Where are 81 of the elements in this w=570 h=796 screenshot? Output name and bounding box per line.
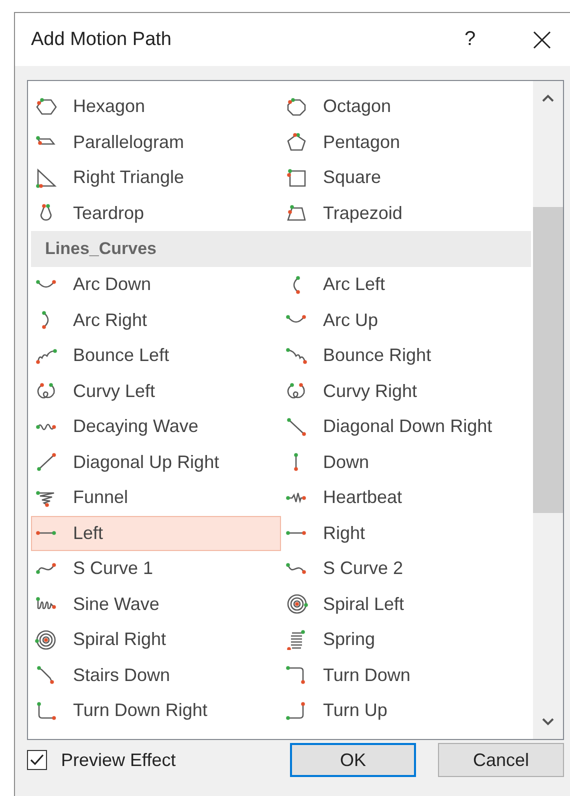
scroll-up-icon[interactable] — [541, 93, 555, 103]
path-list-item[interactable]: Arc Right — [31, 302, 281, 338]
path-list-item[interactable]: Turn Up — [281, 693, 531, 728]
arc-path-icon — [286, 315, 306, 323]
path-list-item[interactable]: S Curve 1 — [31, 551, 281, 586]
path-list-item[interactable]: Diagonal Up Right — [31, 444, 281, 480]
path-list-item[interactable]: Bounce Left — [31, 338, 281, 374]
checkmark-icon — [30, 754, 44, 766]
path-list-item[interactable]: Parallelogram — [31, 124, 281, 160]
diagonal-line-icon — [287, 418, 306, 436]
triangle-path-icon — [36, 168, 57, 188]
stairs-path-icon — [37, 666, 54, 684]
path-list-item[interactable]: Arc Down — [31, 267, 281, 302]
square-path-icon — [287, 168, 306, 186]
vertical-line-icon — [294, 453, 298, 472]
turn-path-icon — [286, 702, 305, 720]
s-curve-icon — [286, 562, 306, 574]
path-list-item[interactable]: Down — [281, 444, 531, 480]
arc-path-icon — [36, 280, 56, 288]
horizontal-line-icon — [286, 531, 306, 536]
path-list-item[interactable]: Curvy Left — [31, 374, 281, 409]
path-list-item[interactable]: S Curve 2 — [281, 551, 531, 586]
path-list-item[interactable]: Diagonal Down Right — [281, 409, 531, 444]
path-list-item[interactable]: Right — [281, 516, 531, 551]
sine-wave-icon — [36, 597, 56, 610]
path-list-item[interactable]: Bounce Right — [281, 338, 531, 374]
path-list-item[interactable]: Turn Down — [281, 658, 531, 693]
category-label: Lines_Curves — [44, 239, 156, 259]
octagon-path-icon — [287, 98, 306, 116]
s-curve-icon — [36, 562, 56, 574]
path-list-item[interactable]: Spiral Right — [31, 622, 281, 658]
path-list-item[interactable]: Turn Down Right — [31, 693, 281, 728]
curvy-path-icon — [37, 383, 55, 399]
scroll-down-icon[interactable] — [541, 717, 555, 727]
window-title: Add Motion Path — [31, 28, 172, 50]
path-list-item[interactable]: Left — [31, 516, 281, 551]
heartbeat-path-icon — [286, 492, 306, 504]
path-list-item[interactable]: Spiral Left — [281, 586, 531, 622]
spring-path-icon — [287, 630, 305, 650]
parallelogram-path-icon — [36, 136, 56, 146]
path-list-item[interactable]: Curvy Right — [281, 374, 531, 409]
arc-path-icon — [293, 276, 300, 294]
path-list-item[interactable]: Arc Left — [281, 267, 531, 302]
pentagon-path-icon — [287, 133, 306, 151]
path-list-item[interactable]: Decaying Wave — [31, 409, 281, 444]
spiral-path-icon — [287, 594, 308, 614]
bounce-path-icon — [36, 348, 57, 364]
hexagon-path-icon — [36, 98, 57, 114]
path-list-item[interactable]: Hexagon — [31, 89, 281, 124]
scrollbar[interactable] — [533, 81, 563, 739]
wave-path-icon — [36, 424, 56, 430]
path-list-item[interactable]: Right Triangle — [31, 160, 281, 196]
close-icon[interactable] — [532, 30, 552, 50]
path-list-item[interactable]: Arc Up — [281, 302, 531, 338]
help-button[interactable]: ? — [458, 28, 482, 51]
path-list-item[interactable]: Pentagon — [281, 124, 531, 160]
path-list-item[interactable]: Funnel — [31, 480, 281, 516]
diagonal-line-icon — [37, 453, 56, 472]
path-list-item[interactable]: Spring — [281, 622, 531, 658]
cancel-button[interactable]: Cancel — [438, 743, 564, 777]
preview-checkbox[interactable] — [27, 750, 47, 770]
path-list-item[interactable]: Stairs Down — [31, 658, 281, 693]
path-list-item[interactable]: Octagon — [281, 89, 531, 124]
curvy-path-icon — [287, 383, 305, 399]
path-list-item[interactable]: Sine Wave — [31, 586, 281, 622]
arc-path-icon — [42, 311, 49, 330]
path-list-item[interactable]: Teardrop — [31, 196, 281, 231]
path-list-item[interactable]: Trapezoid — [281, 196, 531, 231]
ok-button[interactable]: OK — [290, 743, 416, 777]
turn-path-icon — [37, 702, 56, 720]
path-list-item[interactable]: Square — [281, 160, 531, 196]
teardrop-path-icon — [40, 204, 52, 221]
path-list-item[interactable]: Heartbeat — [281, 480, 531, 516]
trapezoid-path-icon — [287, 205, 306, 221]
turn-path-icon — [286, 666, 305, 684]
funnel-path-icon — [36, 490, 55, 507]
scroll-thumb[interactable] — [533, 207, 563, 513]
bounce-path-icon — [286, 348, 307, 364]
preview-label[interactable]: Preview Effect — [61, 750, 176, 770]
horizontal-line-icon — [36, 531, 56, 536]
spiral-path-icon — [35, 630, 56, 650]
